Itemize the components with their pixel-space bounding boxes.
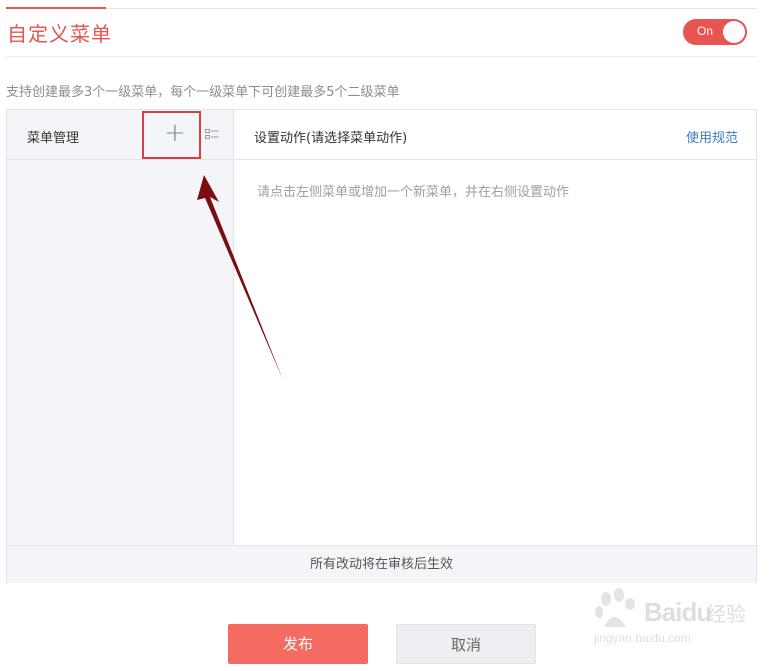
title-accent-bar	[6, 7, 106, 9]
add-menu-button[interactable]: +	[142, 111, 201, 159]
watermark-brand-cn: 经验	[706, 602, 746, 626]
watermark-brand: Baidu	[644, 597, 712, 627]
paw-logo-icon	[595, 588, 635, 627]
action-placeholder: 请点击左侧菜单或增加一个新菜单，并在右侧设置动作	[257, 185, 570, 200]
usage-guidelines-link[interactable]: 使用规范	[686, 127, 738, 146]
menu-limit-hint: 支持创建最多3个一级菜单，每个一级菜单下可创建最多5个二级菜单	[6, 85, 400, 100]
top-divider	[6, 8, 757, 9]
baidu-jingyan-watermark: Baidu 经验 jingyan.baidu.com	[588, 583, 758, 653]
menu-editor: 菜单管理 + 设置动作(请选择菜单动作) 使用规范 请点击左侧菜单或增加一个新菜…	[6, 109, 757, 583]
menu-toggle-switch[interactable]: On	[683, 19, 747, 45]
publish-button[interactable]: 发布	[228, 624, 368, 664]
menu-sidebar: 菜单管理 +	[7, 110, 234, 545]
sort-icon[interactable]	[205, 128, 219, 140]
toggle-knob	[723, 21, 745, 43]
sidebar-header: 菜单管理 +	[7, 110, 234, 160]
sidebar-title: 菜单管理	[27, 131, 80, 146]
review-notice: 所有改动将在审核后生效	[7, 545, 756, 583]
header-divider	[6, 56, 757, 57]
action-panel-header: 设置动作(请选择菜单动作) 使用规范	[235, 110, 756, 160]
action-panel-title: 设置动作(请选择菜单动作)	[254, 131, 408, 146]
toggle-label: On	[697, 24, 714, 38]
plus-icon: +	[164, 118, 186, 148]
watermark-url: jingyan.baidu.com	[594, 631, 691, 645]
page-title: 自定义菜单	[7, 22, 112, 46]
cancel-button[interactable]: 取消	[396, 624, 536, 664]
